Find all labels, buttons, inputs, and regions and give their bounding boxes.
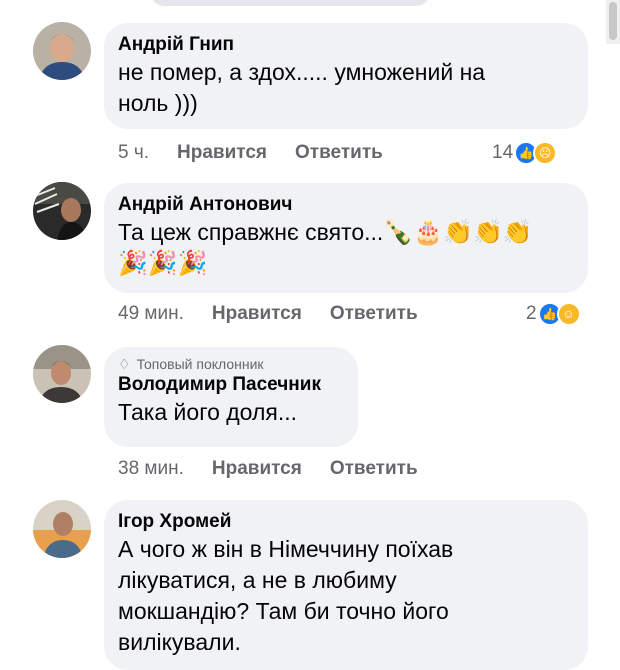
avatar[interactable] [33, 182, 91, 240]
previous-comment-clip [150, 0, 430, 6]
comment-bubble: Ігор Хромей А чого ж він в Німеччину пої… [104, 500, 588, 670]
haha-icon: ☺ [556, 302, 581, 326]
cake-icon: 🎂 [413, 219, 444, 246]
comment-text-line: лікуватися, а не в любиму [118, 567, 397, 593]
comment-actions: 5 ч. Нравится Ответить [118, 142, 411, 164]
avatar[interactable] [33, 22, 91, 80]
comment-emoji-line: 🎉🎉🎉 [118, 248, 572, 279]
comment-author[interactable]: Володимир Пасечник [118, 373, 342, 397]
reply-button[interactable]: Ответить [330, 303, 418, 325]
comment-time[interactable]: 38 мин. [118, 458, 184, 480]
comment-text-line: А чого ж він в Німеччину поїхав [118, 536, 454, 562]
comment-text-line: Та цеж справжнє свято...🍾🎂👏👏👏 [118, 217, 572, 248]
comment-bubble: ♢ Топовый поклонник Володимир Пасечник Т… [104, 347, 358, 447]
clap-icon: 👏 [502, 219, 533, 246]
reply-button[interactable]: Ответить [295, 142, 383, 164]
scrollbar[interactable] [606, 0, 620, 44]
comment-actions: 49 мин. Нравится Ответить [118, 303, 446, 325]
comment-text-line: мокшандію? Там би точно його [118, 598, 449, 624]
comment-author[interactable]: Ігор Хромей [118, 510, 572, 534]
like-button[interactable]: Нравится [212, 458, 302, 480]
reaction-count: 14 [492, 142, 514, 163]
comment-text: Та цеж справжнє свято... [118, 219, 384, 245]
comment-author[interactable]: Андрій Гнип [118, 33, 572, 57]
party-popper-icon: 🎉 [147, 250, 178, 277]
bottle-icon: 🍾 [383, 219, 414, 246]
comment-time[interactable]: 49 мин. [118, 303, 184, 325]
clap-icon: 👏 [472, 219, 503, 246]
comment-text-line: вилікували. [118, 629, 241, 655]
comment-time[interactable]: 5 ч. [118, 142, 149, 164]
comment-text-line: ноль ))) [118, 90, 198, 116]
top-fan-label: Топовый поклонник [136, 356, 264, 372]
party-popper-icon: 🎉 [118, 250, 148, 277]
comment-bubble: Андрій Гнип не помер, а здох..... умноже… [104, 23, 588, 129]
reaction-summary[interactable]: 14 👍 ☹ [492, 141, 558, 165]
party-popper-icon: 🎉 [177, 250, 208, 277]
comment-text-line: Така його доля... [118, 399, 298, 425]
reaction-count: 2 [526, 303, 537, 324]
avatar[interactable] [33, 500, 91, 558]
comment-bubble: Андрій Антонович Та цеж справжнє свято..… [104, 183, 588, 293]
comment-author[interactable]: Андрій Антонович [118, 193, 572, 217]
clap-icon: 👏 [443, 219, 473, 246]
diamond-icon: ♢ [118, 356, 131, 372]
comment-actions: 38 мин. Нравится Ответить [118, 458, 446, 480]
scrollbar-thumb[interactable] [609, 2, 617, 40]
comment-text-line: не помер, а здох..... умножений на [118, 59, 486, 85]
reply-button[interactable]: Ответить [330, 458, 418, 480]
like-button[interactable]: Нравится [212, 303, 302, 325]
like-button[interactable]: Нравится [177, 142, 267, 164]
reaction-summary[interactable]: 2 👍 ☺ [526, 302, 581, 326]
top-fan-badge: ♢ Топовый поклонник [118, 355, 342, 373]
avatar[interactable] [33, 345, 91, 403]
sad-icon: ☹ [533, 141, 558, 165]
